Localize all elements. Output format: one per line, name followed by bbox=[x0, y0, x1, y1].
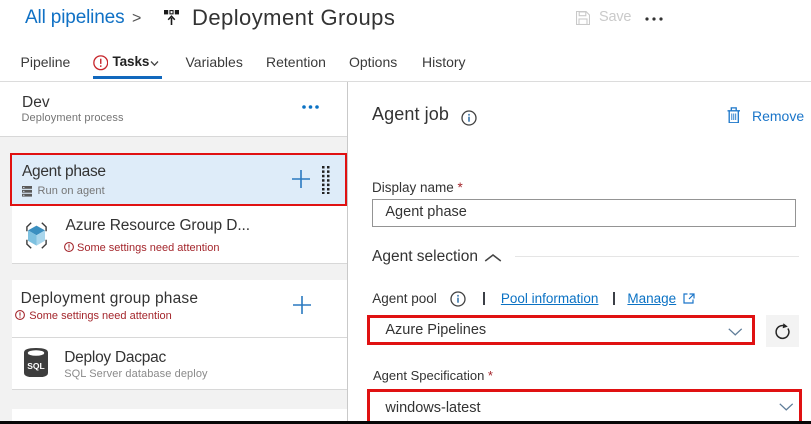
svg-text:SQL: SQL bbox=[27, 361, 44, 371]
